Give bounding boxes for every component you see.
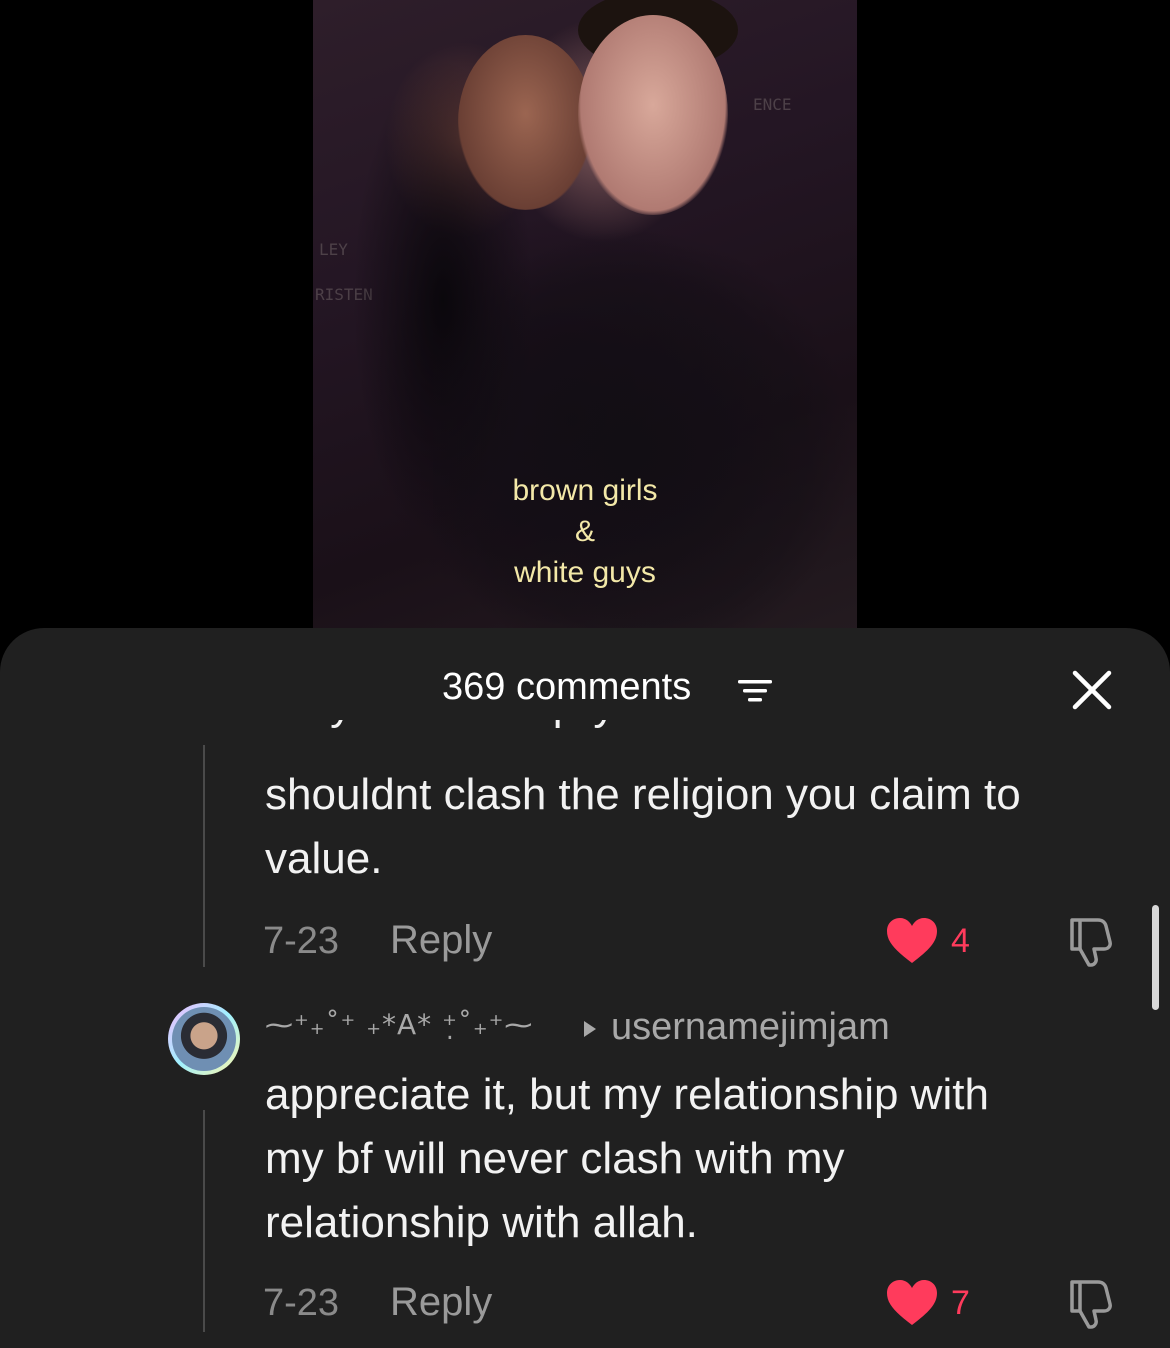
video-caption-line: brown girls	[512, 474, 658, 507]
comment-text: appreciate it, but my relationship with …	[265, 1063, 989, 1255]
comment-text-line: relationship with allah.	[265, 1198, 698, 1247]
video-caption: brown girls & white guys	[313, 470, 857, 593]
thumbs-down-icon[interactable]	[1064, 1276, 1120, 1332]
video-figure-face-right	[578, 15, 728, 215]
triangle-right-icon	[584, 1021, 596, 1037]
wall-graffiti: ENCE	[753, 95, 792, 114]
video-figure-face-left	[458, 35, 593, 210]
sort-icon[interactable]	[736, 676, 776, 706]
thread-line	[203, 1110, 205, 1332]
reply-button[interactable]: Reply	[390, 1280, 492, 1325]
like-count: 4	[951, 922, 970, 960]
reply-button[interactable]: Reply	[390, 918, 492, 963]
comments-title: 369 comments	[442, 666, 692, 708]
clipped-text-line: may Allah help you. Your love	[265, 720, 1025, 750]
comment-text-line: shouldnt clash the religion you claim to	[265, 770, 1021, 819]
close-icon[interactable]	[1070, 668, 1114, 712]
thumbs-down-icon[interactable]	[1064, 914, 1120, 970]
like-count: 7	[951, 1284, 970, 1322]
video-caption-line: white guys	[514, 556, 656, 589]
comment-date: 7-23	[263, 920, 340, 962]
avatar[interactable]	[168, 1003, 240, 1075]
heart-icon[interactable]	[885, 916, 939, 966]
comment-text: shouldnt clash the religion you claim to…	[265, 763, 1021, 891]
comment-date: 7-23	[263, 1282, 340, 1324]
scrollbar[interactable]	[1152, 905, 1159, 1010]
comment-text-line: my bf will never clash with my	[265, 1134, 845, 1183]
video-caption-line: &	[574, 515, 595, 548]
comment-username[interactable]: ⁓⁺₊˚⁺ ₊*A* ⁺̣˚₊⁺⁓	[265, 1008, 533, 1041]
heart-icon[interactable]	[885, 1278, 939, 1328]
reply-to-username[interactable]: usernamejimjam	[611, 1006, 890, 1049]
avatar-image	[172, 1007, 236, 1071]
video-player[interactable]: LEY RISTEN ENCE brown girls & white guys	[313, 0, 857, 640]
comment-text-line: appreciate it, but my relationship with	[265, 1070, 989, 1119]
comment-text-line: value.	[265, 834, 383, 883]
comments-header: 369 comments	[0, 664, 1170, 714]
thread-line	[203, 745, 205, 967]
